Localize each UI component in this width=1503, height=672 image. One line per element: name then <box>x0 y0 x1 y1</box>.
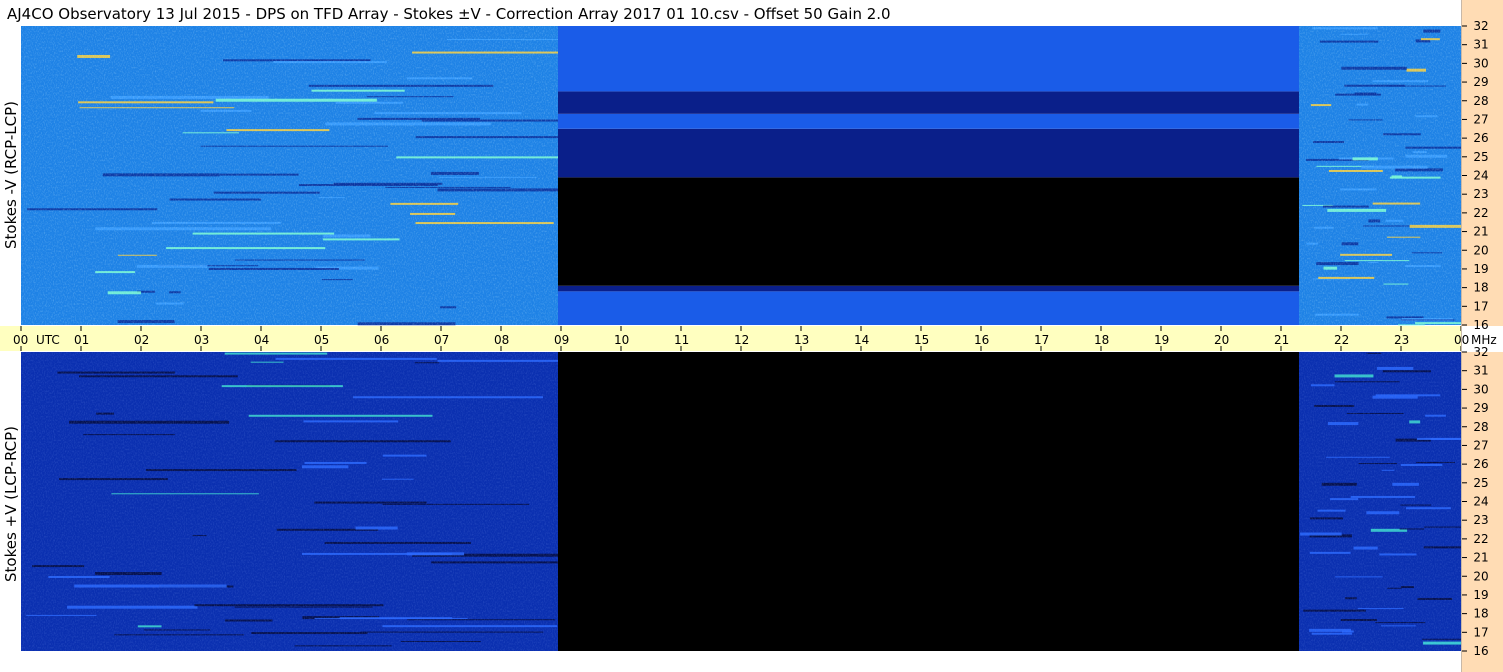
frequency-tick-label: 30 <box>1473 382 1488 396</box>
utc-label: UTC <box>36 333 60 347</box>
frequency-tick-label: 24 <box>1473 495 1488 509</box>
frequency-tick-label: 25 <box>1473 476 1488 490</box>
time-tick-label: 08 <box>494 333 509 347</box>
frequency-tick-label: 28 <box>1473 94 1488 108</box>
gap-band <box>558 91 1299 114</box>
time-tick-label: 04 <box>254 333 269 347</box>
spectrogram-noise <box>21 352 558 651</box>
gap-band <box>558 177 1299 286</box>
time-tick-label: 00 <box>13 333 28 347</box>
bottom-panel-ylabel: Stokes +V (LCP-RCP) <box>2 426 20 582</box>
frequency-tick-label: 17 <box>1473 299 1488 313</box>
gap-band <box>558 285 1299 292</box>
frequency-tick-label: 20 <box>1473 243 1488 257</box>
time-tick-label: 07 <box>434 333 449 347</box>
time-tick-label: 16 <box>974 333 989 347</box>
time-tick-label: 22 <box>1334 333 1349 347</box>
frequency-tick-label: 26 <box>1473 131 1488 145</box>
frequency-tick-label: 16 <box>1473 644 1488 658</box>
time-tick-label: 17 <box>1034 333 1049 347</box>
frequency-tick-label: 28 <box>1473 420 1488 434</box>
frequency-tick-label: 22 <box>1473 532 1488 546</box>
time-axis-band <box>0 326 1462 351</box>
bottom-panel <box>21 352 1461 651</box>
spectrogram-figure: AJ4CO Observatory 13 Jul 2015 - DPS on T… <box>0 0 1503 672</box>
frequency-tick-label: 29 <box>1473 401 1488 415</box>
time-tick-label: 18 <box>1094 333 1109 347</box>
time-tick-label: 13 <box>794 333 809 347</box>
spectrogram-noise <box>1299 352 1461 651</box>
frequency-tick-label: 19 <box>1473 262 1488 276</box>
frequency-axis-band <box>1462 352 1503 672</box>
frequency-tick-label: 25 <box>1473 150 1488 164</box>
frequency-tick-label: 29 <box>1473 75 1488 89</box>
frequency-tick-label: 26 <box>1473 457 1488 471</box>
frequency-tick-label: 27 <box>1473 112 1488 126</box>
time-tick-label: 12 <box>734 333 749 347</box>
figure-title: AJ4CO Observatory 13 Jul 2015 - DPS on T… <box>7 5 891 23</box>
time-tick-label: 23 <box>1394 333 1409 347</box>
time-tick-label: 09 <box>554 333 569 347</box>
frequency-tick-label: 31 <box>1473 364 1488 378</box>
gap-band <box>558 128 1299 178</box>
time-tick-label: 06 <box>374 333 389 347</box>
frequency-tick-label: 18 <box>1473 607 1488 621</box>
spectrogram-noise <box>1299 26 1461 325</box>
frequency-tick-label: 30 <box>1473 56 1488 70</box>
time-tick-label: 05 <box>314 333 329 347</box>
frequency-tick-label: 23 <box>1473 513 1488 527</box>
frequency-tick-label: 31 <box>1473 38 1488 52</box>
gap-band <box>558 291 1299 325</box>
frequency-tick-label: 21 <box>1473 551 1488 565</box>
frequency-tick-label: 20 <box>1473 569 1488 583</box>
frequency-tick-label: 17 <box>1473 625 1488 639</box>
frequency-tick-label: 18 <box>1473 281 1488 295</box>
top-panel-ylabel: Stokes -V (RCP-LCP) <box>2 101 20 249</box>
top-panel <box>21 26 1461 326</box>
time-tick-label: 02 <box>134 333 149 347</box>
time-tick-label: 14 <box>854 333 869 347</box>
time-tick-label: 21 <box>1274 333 1289 347</box>
time-tick-label: 10 <box>614 333 629 347</box>
spectrogram-noise <box>21 26 558 325</box>
time-tick-label: 20 <box>1214 333 1229 347</box>
time-tick-label: 15 <box>914 333 929 347</box>
gap-band <box>558 352 1299 651</box>
time-tick-label: 19 <box>1154 333 1169 347</box>
figure-canvas: AJ4CO Observatory 13 Jul 2015 - DPS on T… <box>0 0 1503 672</box>
time-axis: 00 01 02 03 04 05 06 07 08 09 10 11 12 13 14 15 16 17 18 19… <box>0 326 1497 351</box>
time-tick-label: 11 <box>674 333 689 347</box>
frequency-tick-label: 16 <box>1473 318 1488 332</box>
frequency-tick-label: 19 <box>1473 588 1488 602</box>
time-tick-label: 03 <box>194 333 209 347</box>
frequency-tick-label: 27 <box>1473 438 1488 452</box>
gap-band <box>558 113 1299 129</box>
frequency-tick-label: 23 <box>1473 187 1488 201</box>
gap-band <box>558 26 1299 92</box>
frequency-tick-label: 32 <box>1473 19 1488 33</box>
frequency-tick-label: 22 <box>1473 206 1488 220</box>
frequency-tick-label: 21 <box>1473 225 1488 239</box>
time-tick-label: 01 <box>74 333 89 347</box>
frequency-tick-label: 24 <box>1473 169 1488 183</box>
frequency-tick-label: 32 <box>1473 345 1488 359</box>
